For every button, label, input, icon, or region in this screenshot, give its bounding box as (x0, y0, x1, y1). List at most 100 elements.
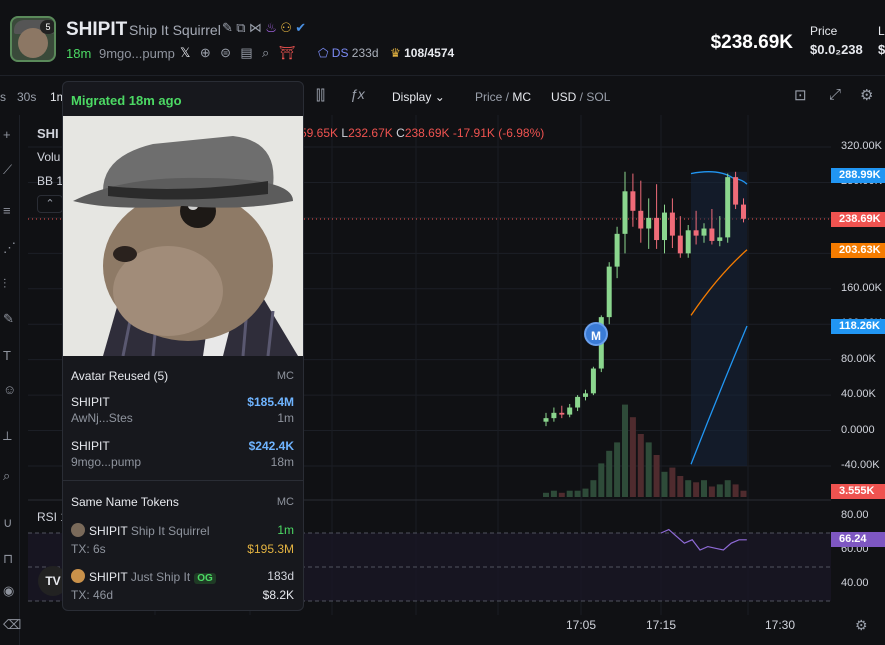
trendline-icon[interactable]: ⟋ (3, 162, 12, 178)
token-age: 18m (66, 46, 92, 61)
display-label: Display (392, 90, 432, 104)
dex-screener-status[interactable]: ⬠ DS 233d (318, 46, 379, 60)
magnet-icon[interactable]: ∪ (3, 515, 13, 531)
collapse-legend-button[interactable]: ⌃ (37, 195, 63, 213)
mc-option: MC (512, 90, 532, 104)
token-image (63, 116, 303, 356)
row-age: 1m (277, 523, 294, 537)
text-tool-icon[interactable]: T (3, 348, 11, 363)
interval-30s[interactable]: 30s (17, 90, 36, 104)
candle-body (717, 237, 723, 241)
candle-body (630, 191, 636, 211)
crosshair-icon[interactable]: + (3, 127, 11, 142)
price-axis-label: -40.00K (841, 459, 880, 471)
volume-bar (550, 490, 557, 497)
edit-icon[interactable]: ✎ (222, 20, 233, 36)
volume-bar (708, 486, 715, 497)
candle-body (662, 212, 667, 241)
price-mc-toggle[interactable]: Price / MC (475, 90, 531, 104)
candle-body (685, 230, 691, 254)
time-axis-label: 17:15 (646, 618, 677, 632)
holders-count: ♛ 108/4574 (390, 46, 454, 60)
brush-icon[interactable]: ✎ (3, 311, 14, 327)
liquidity-label: L (878, 24, 885, 38)
volume-bar (669, 467, 676, 497)
settings-icon[interactable]: ⚙ (860, 86, 873, 104)
candle-body (583, 393, 588, 397)
candle-body (622, 191, 628, 234)
divider (63, 480, 303, 481)
volume-bar (724, 480, 731, 497)
copy-icon[interactable]: ⧉ (236, 20, 245, 36)
token-mini-avatar (71, 569, 85, 583)
candle-body (646, 217, 652, 229)
x-twitter-icon[interactable]: 𝕏 (180, 45, 190, 61)
chat-icon[interactable]: ▤ (240, 45, 252, 61)
users-icon: ⚇ (280, 20, 292, 35)
candle-body (543, 418, 549, 422)
projection-icon[interactable]: ⫶ (3, 276, 6, 292)
ohlc-high: 59.65K (300, 126, 339, 140)
avatar-reused-title: Avatar Reused (5) (71, 369, 169, 383)
row-token-title: SHIPIT Ship It Squirrel (71, 523, 210, 538)
trash-icon[interactable]: ⌫ (3, 617, 21, 633)
interval-s[interactable]: s (0, 90, 6, 104)
bb-legend: BB 1 (37, 174, 64, 188)
row-tx: TX: 46d (71, 588, 113, 602)
price-tag: 3.555K (831, 484, 885, 499)
candle-type-icon[interactable]: ⫿⫿ (316, 87, 325, 104)
camera-icon[interactable]: ⊡ (794, 86, 807, 104)
ohlc-close-key: C (396, 126, 405, 140)
ohlc-change: -17.91K (-6.98%) (452, 126, 545, 140)
token-address[interactable]: 9mgo...pump (99, 46, 175, 61)
volume-bar (629, 417, 636, 497)
search-icon[interactable]: ⌕ (262, 45, 269, 61)
candle-body (654, 217, 660, 241)
indicators-icon[interactable]: ƒx (350, 86, 365, 102)
row-mc: $242.4K (248, 439, 294, 453)
bollinger-band-fill (691, 171, 747, 467)
emoji-icon[interactable]: ☺ (3, 382, 16, 397)
zoom-icon[interactable]: ⌕ (3, 468, 10, 484)
time-axis-label: 17:30 (765, 618, 796, 632)
token-ticker: SHIPIT (66, 19, 128, 40)
volume-bar (693, 482, 700, 497)
row-tx-text: TX: 6s (71, 542, 106, 556)
volume-bar (598, 463, 605, 497)
axis-settings-icon[interactable]: ⚙ (855, 617, 868, 634)
display-dropdown[interactable]: Display ⌄ (392, 90, 445, 104)
row-mc: $8.2K (262, 588, 294, 602)
migration-marker[interactable]: M (584, 322, 608, 346)
row-age: 183d (267, 569, 294, 583)
volume-bar (645, 442, 652, 497)
ds-label: DS (331, 46, 349, 60)
row-mc: $185.4M (247, 395, 294, 409)
candle-body (614, 233, 620, 267)
usd-sol-toggle[interactable]: USD / SOL (551, 90, 610, 104)
avatar-count-badge: 5 (40, 20, 54, 34)
header-icon-row: ✎ ⧉ ⋈ ♨ ⚇ ✔ (222, 20, 306, 36)
holders-value: 108/4574 (404, 46, 455, 60)
globe-icon[interactable]: ⊕ (200, 45, 211, 61)
ohlc-low: 232.67K (348, 126, 393, 140)
rsi-axis-label: 80.00 (841, 509, 869, 521)
ruler-icon[interactable]: ⟂ (3, 428, 12, 444)
eye-icon[interactable]: ◉ (3, 583, 14, 599)
flame-icon: ♨ (265, 20, 277, 35)
lock-icon[interactable]: ⊓ (3, 551, 13, 567)
migrated-status: Migrated 18m ago (71, 93, 182, 108)
volume-bar (566, 490, 573, 497)
share-icon[interactable]: ⋈ (249, 20, 262, 36)
pumpfun-icon[interactable]: ⊜ (220, 45, 231, 61)
pattern-icon[interactable]: ⋰ (3, 240, 16, 256)
fib-icon[interactable]: ≡ (3, 203, 11, 218)
fullscreen-icon[interactable]: ⤢ (829, 86, 841, 103)
ohlc-readout: 59.65K L232.67K C238.69K -17.91K (-6.98%… (300, 126, 544, 140)
ohlc-close: 238.69K (404, 126, 450, 140)
og-badge: OG (194, 573, 216, 584)
token-avatar[interactable]: 5 (10, 16, 56, 62)
token-mini-avatar (71, 523, 85, 537)
token-name: Ship It Squirrel (129, 22, 221, 38)
price-option: Price (475, 90, 503, 104)
price-label: Price (810, 24, 838, 38)
